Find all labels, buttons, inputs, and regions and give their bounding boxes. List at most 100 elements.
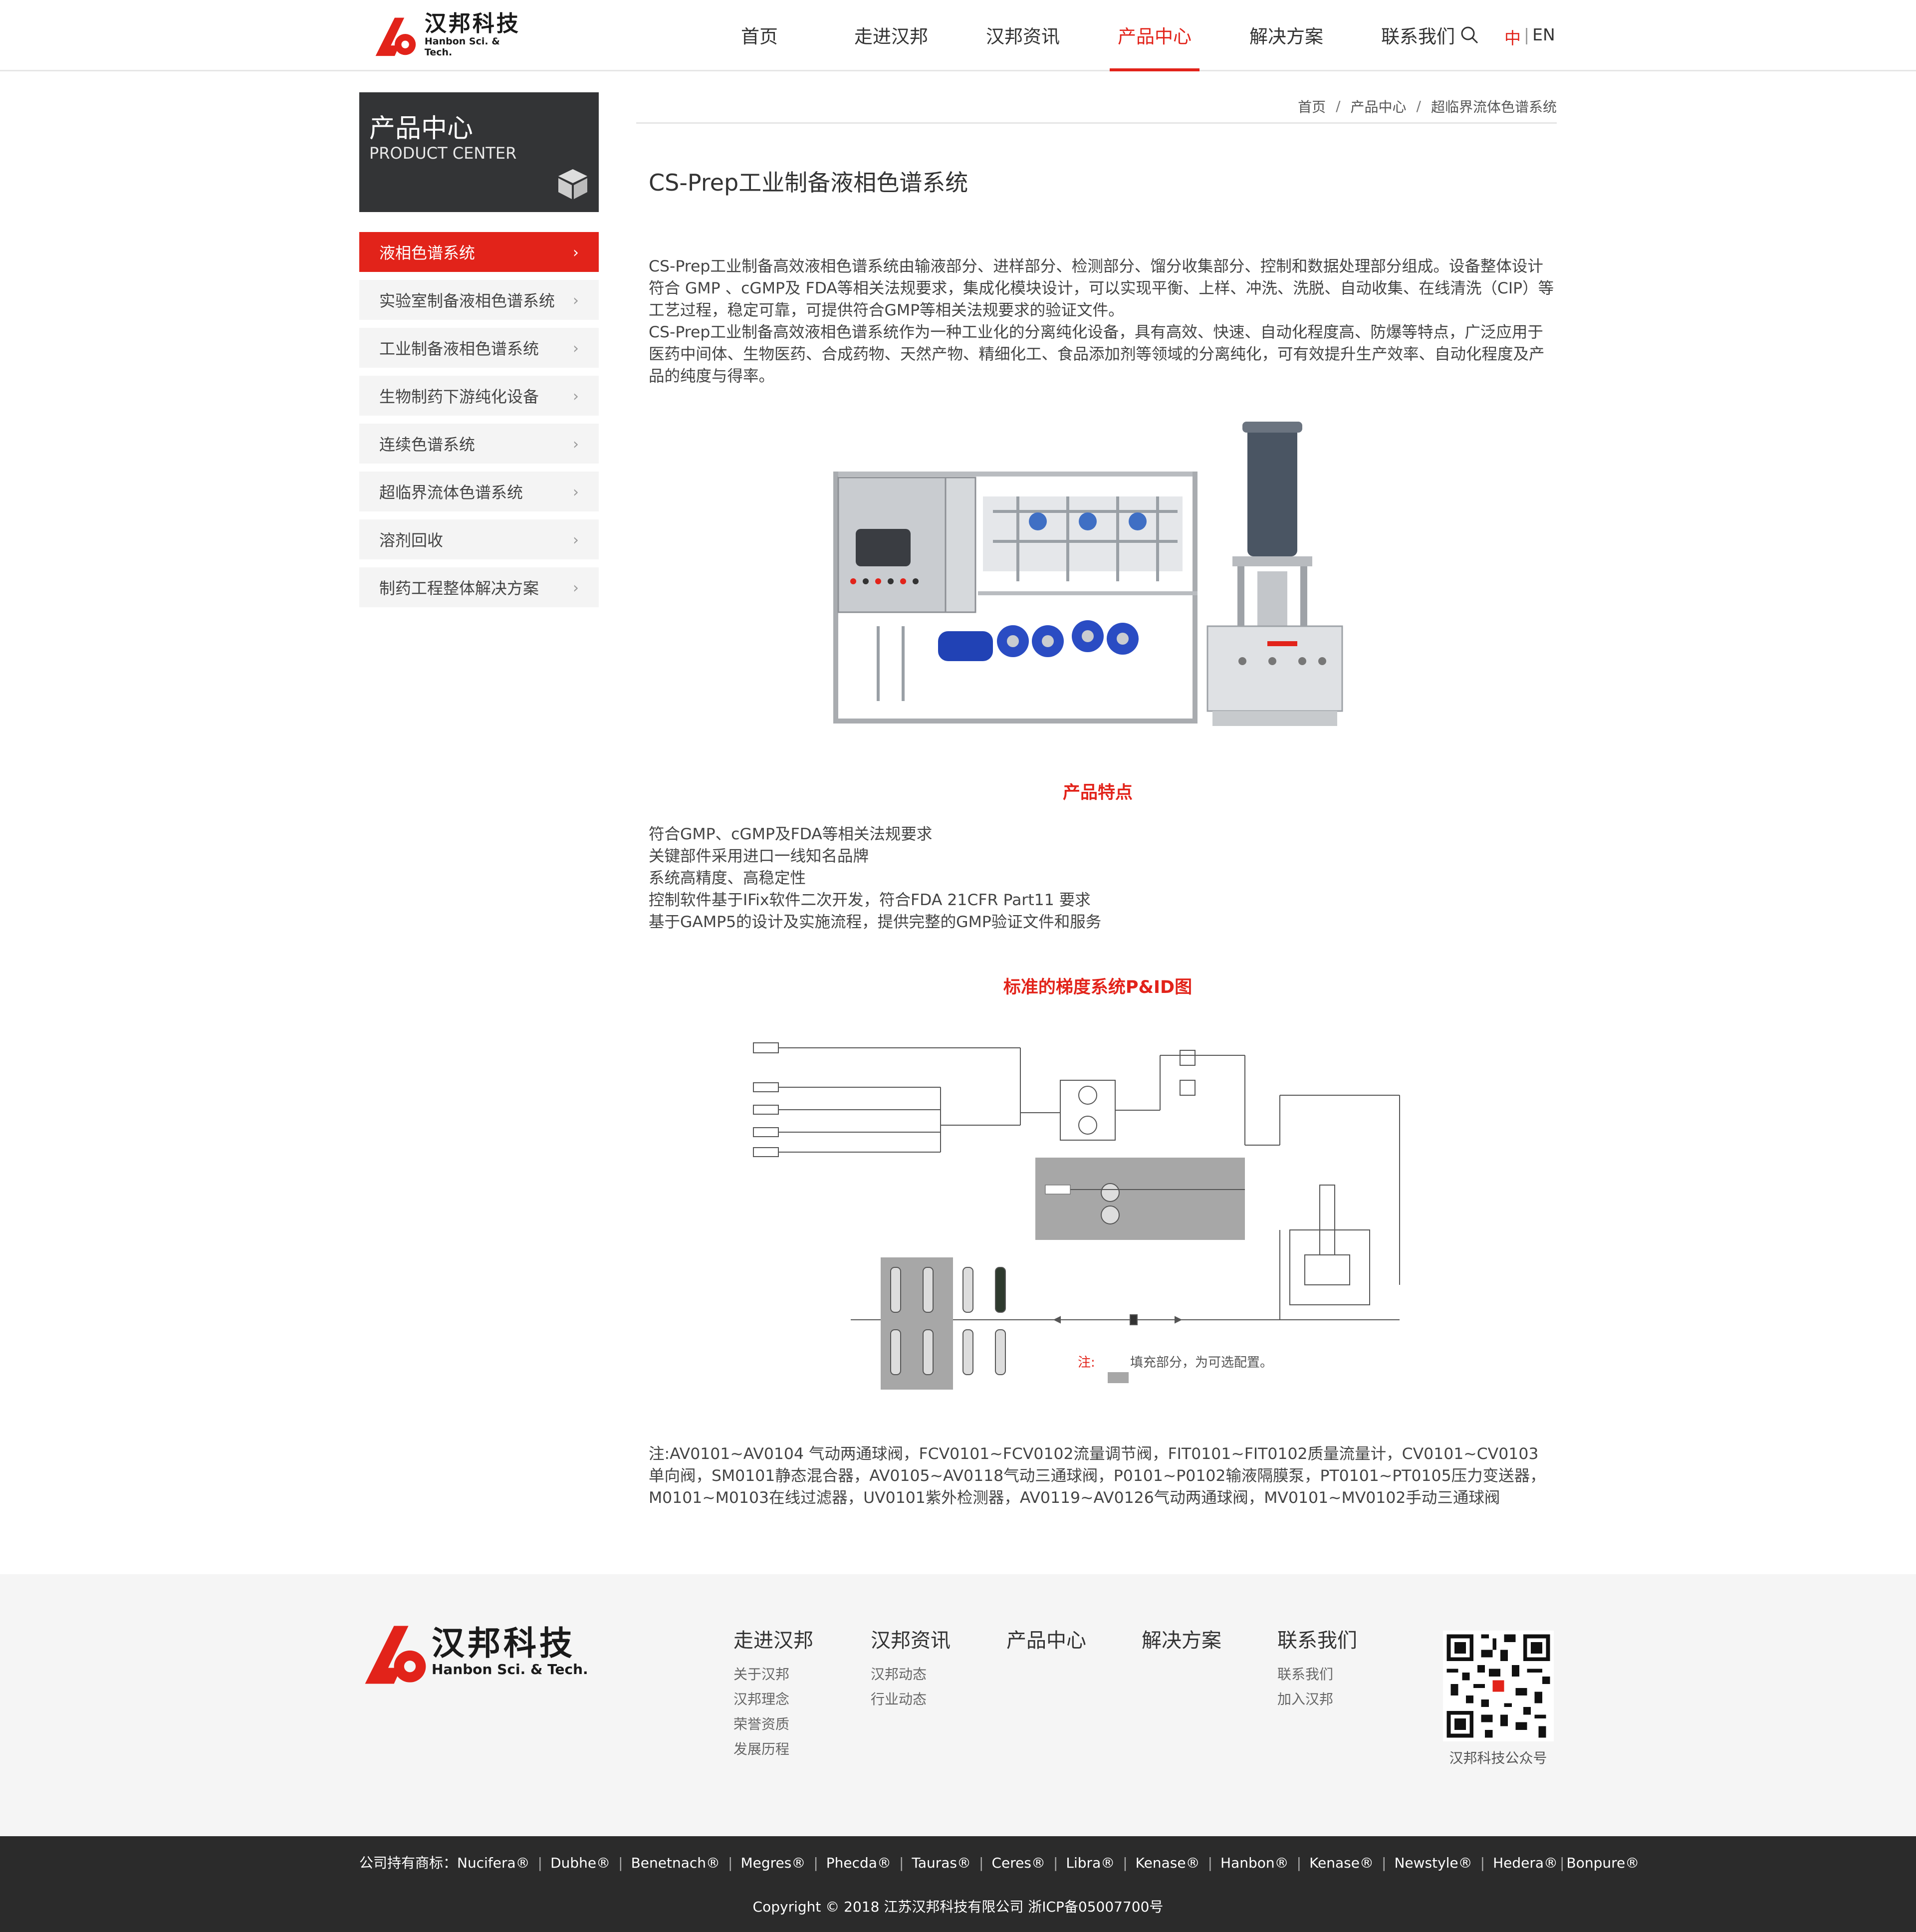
- trademark-label: 公司持有商标：: [359, 1855, 458, 1871]
- footer-link[interactable]: 汉邦理念: [733, 1687, 813, 1712]
- search-icon[interactable]: [1459, 25, 1479, 45]
- nav-solutions[interactable]: 解决方案: [1220, 0, 1352, 70]
- sidebar-menu: 液相色谱系统 › 实验室制备液相色谱系统 › 工业制备液相色谱系统 › 生物制药…: [359, 232, 599, 615]
- main-nav: 首页 走进汉邦 汉邦资讯 产品中心 解决方案 联系我们: [694, 0, 1484, 71]
- trademark-item: Bonpure®: [1566, 1855, 1640, 1871]
- sidebar-item-lc-systems[interactable]: 液相色谱系统 ›: [359, 232, 599, 272]
- trademark-item: Ceres®: [991, 1855, 1045, 1871]
- sidebar-item-industrial-prep-lc[interactable]: 工业制备液相色谱系统 ›: [359, 328, 599, 368]
- footer-link[interactable]: 联系我们: [1277, 1662, 1357, 1687]
- brand-name-cn: 汉邦科技: [424, 10, 520, 36]
- footer-link[interactable]: 行业动态: [871, 1687, 951, 1712]
- intro-paragraph-1: CS-Prep工业制备高效液相色谱系统由输液部分、进样部分、检测部分、馏分收集部…: [649, 257, 1554, 319]
- trademark-item: Tauras®: [912, 1855, 971, 1871]
- sidebar-item-biopharma-downstream[interactable]: 生物制药下游纯化设备 ›: [359, 376, 599, 416]
- sidebar-item-lab-prep-lc[interactable]: 实验室制备液相色谱系统 ›: [359, 280, 599, 320]
- features-list: 符合GMP、cGMP及FDA等相关法规要求 关键部件采用进口一线知名品牌 系统高…: [649, 823, 1101, 933]
- breadcrumb-separator: /: [1336, 98, 1341, 114]
- footer-col-about: 走进汉邦 关于汉邦 汉邦理念 荣誉资质 发展历程: [733, 1624, 813, 1762]
- chevron-right-icon: ›: [573, 244, 579, 261]
- pid-note-label: 注:: [1078, 1355, 1095, 1370]
- sidebar-item-continuous-chromatography[interactable]: 连续色谱系统 ›: [359, 424, 599, 464]
- trademark-item: Hanbon®: [1220, 1855, 1289, 1871]
- chevron-right-icon: ›: [573, 483, 579, 501]
- qr-caption: 汉邦科技公众号: [1449, 1750, 1547, 1766]
- footer-link[interactable]: 关于汉邦: [733, 1662, 813, 1687]
- language-switch: 中 | EN: [1504, 25, 1555, 49]
- sidebar-header: 产品中心 PRODUCT CENTER: [359, 92, 599, 212]
- cube-icon: [558, 169, 587, 199]
- brand-name-en: Hanbon Sci. & Tech.: [424, 35, 500, 58]
- feature-item: 符合GMP、cGMP及FDA等相关法规要求: [649, 825, 933, 843]
- sidebar-item-label: 溶剂回收: [379, 531, 444, 550]
- breadcrumb-current[interactable]: 超临界流体色谱系统: [1431, 96, 1557, 116]
- trademark-list: 公司持有商标：Nucifera® | Dubhe® | Benetnach® | Megre…: [359, 1855, 1640, 1871]
- footer-link[interactable]: 发展历程: [733, 1737, 813, 1762]
- sidebar-title-en: PRODUCT CENTER: [369, 144, 517, 163]
- breadcrumb-products[interactable]: 产品中心: [1351, 96, 1407, 116]
- product-photo: [833, 422, 1343, 726]
- sidebar-item-label: 制药工程整体解决方案: [379, 579, 539, 598]
- nav-about[interactable]: 走进汉邦: [825, 0, 957, 70]
- footer-brand-cn: 汉邦科技: [432, 1624, 575, 1663]
- sidebar-item-label: 生物制药下游纯化设备: [379, 387, 539, 406]
- footer-col-title[interactable]: 走进汉邦: [733, 1624, 813, 1653]
- footer-logo[interactable]: 汉邦科技 Hanbon Sci. & Tech.: [359, 1617, 588, 1687]
- brand-logo[interactable]: 汉邦科技 Hanbon Sci. & Tech.: [372, 11, 526, 58]
- sidebar-item-sfc[interactable]: 超临界流体色谱系统 ›: [359, 472, 599, 511]
- sidebar-item-solvent-recovery[interactable]: 溶剂回收 ›: [359, 519, 599, 559]
- footer-brand-en: Hanbon Sci. & Tech.: [432, 1661, 588, 1678]
- sidebar-item-label: 工业制备液相色谱系统: [379, 339, 539, 358]
- footer-link[interactable]: 汉邦动态: [871, 1662, 951, 1687]
- chevron-right-icon: ›: [573, 292, 579, 309]
- brand-logo-mark: [375, 17, 416, 56]
- footer-col-title[interactable]: 解决方案: [1142, 1624, 1221, 1653]
- trademark-item: Dubhe®: [550, 1855, 611, 1871]
- features-heading: 产品特点: [1062, 783, 1133, 803]
- footer-col-title[interactable]: 汉邦资讯: [871, 1624, 951, 1653]
- page-title: CS-Prep工业制备液相色谱系统: [649, 169, 968, 196]
- chevron-right-icon: ›: [573, 579, 579, 597]
- lang-en-link[interactable]: EN: [1532, 25, 1555, 49]
- qr-code-image: [1443, 1631, 1554, 1741]
- footer-col-solutions: 解决方案: [1142, 1624, 1221, 1662]
- top-header: 汉邦科技 Hanbon Sci. & Tech. 首页 走进汉邦 汉邦资讯 产品…: [0, 0, 1916, 71]
- breadcrumb: 首页 / 产品中心 / 超临界流体色谱系统: [636, 90, 1557, 124]
- sidebar-item-pharma-engineering[interactable]: 制药工程整体解决方案 ›: [359, 567, 599, 607]
- sidebar-item-label: 液相色谱系统: [379, 243, 476, 262]
- nav-news[interactable]: 汉邦资讯: [957, 0, 1089, 70]
- nav-home[interactable]: 首页: [694, 0, 825, 70]
- feature-item: 系统高精度、高稳定性: [649, 869, 806, 887]
- feature-item: 关键部件采用进口一线知名品牌: [649, 847, 869, 865]
- sidebar-item-label: 超临界流体色谱系统: [379, 483, 523, 502]
- brand-logo-mark: [365, 1626, 426, 1684]
- bottom-bar: [0, 1836, 1916, 1932]
- footer-col-contact: 联系我们 联系我们 加入汉邦: [1277, 1624, 1357, 1712]
- footer-col-products: 产品中心: [1006, 1624, 1086, 1662]
- sidebar-title-cn: 产品中心: [369, 114, 474, 144]
- sidebar-item-label: 连续色谱系统: [379, 435, 476, 454]
- pid-diagram: [753, 1042, 1400, 1390]
- trademark-item: Hedera®: [1493, 1855, 1558, 1871]
- footer-col-title[interactable]: 联系我们: [1277, 1624, 1357, 1653]
- trademark-item: Benetnach®: [631, 1855, 720, 1871]
- lang-zh-link[interactable]: 中: [1504, 25, 1521, 49]
- breadcrumb-separator: /: [1416, 98, 1421, 114]
- footer-col-title[interactable]: 产品中心: [1006, 1624, 1086, 1653]
- footer: [0, 1574, 1916, 1836]
- footer-link[interactable]: 加入汉邦: [1277, 1687, 1357, 1712]
- trademark-item: Megres®: [740, 1855, 806, 1871]
- breadcrumb-home[interactable]: 首页: [1298, 96, 1326, 116]
- trademark-item: Kenase®: [1135, 1855, 1200, 1871]
- footer-link[interactable]: 荣誉资质: [733, 1712, 813, 1737]
- chevron-right-icon: ›: [573, 340, 579, 357]
- trademark-item: Phecda®: [826, 1855, 891, 1871]
- feature-item: 基于GAMP5的设计及实施流程，提供完整的GMP验证文件和服务: [649, 913, 1102, 931]
- footer-col-news: 汉邦资讯 汉邦动态 行业动态: [871, 1624, 951, 1712]
- intro-paragraph-2: CS-Prep工业制备高效液相色谱系统作为一种工业化的分离纯化设备，具有高效、快…: [649, 323, 1545, 385]
- trademark-item: Nucifera®: [457, 1855, 530, 1871]
- sidebar-item-label: 实验室制备液相色谱系统: [379, 291, 555, 310]
- feature-item: 控制软件基于IFix软件二次开发，符合FDA 21CFR Part11 要求: [649, 891, 1091, 909]
- nav-products[interactable]: 产品中心: [1089, 0, 1220, 71]
- chevron-right-icon: ›: [573, 436, 579, 453]
